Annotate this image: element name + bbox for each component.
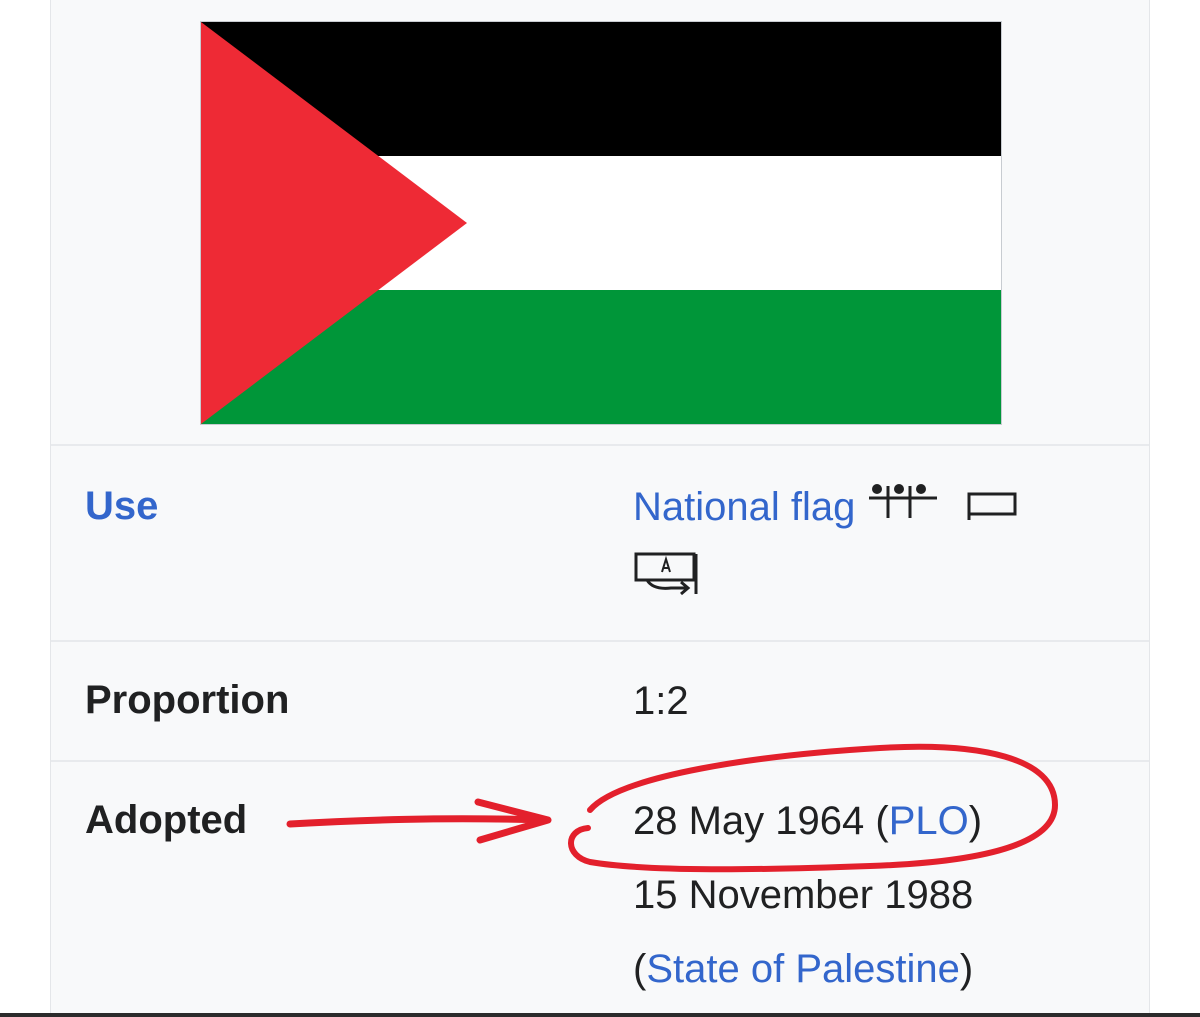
flag-image[interactable] [200, 21, 1002, 425]
palestinian-flag-icon [201, 22, 1001, 424]
proportion-value: 1:2 [633, 679, 689, 723]
proportion-label: Proportion [85, 678, 290, 722]
reverse-side-icon[interactable] [633, 548, 703, 624]
national-flag-link[interactable]: National flag [633, 485, 855, 529]
flag-image-cell [51, 0, 1149, 446]
bottom-border [0, 1013, 1200, 1017]
adopted-label: Adopted [85, 798, 248, 842]
infobox-row-use: Use National flag [51, 446, 1149, 642]
adopted-date-1988: 15 November 1988 [633, 873, 974, 917]
infobox-row-proportion: Proportion 1:2 [51, 642, 1149, 762]
plo-link[interactable]: PLO [889, 799, 969, 843]
state-of-palestine-link[interactable]: State of Palestine [646, 947, 960, 991]
adopted-date-1964: 28 May 1964 [633, 799, 865, 843]
use-value: National flag [633, 470, 1018, 624]
flag-rectangle-icon[interactable] [966, 472, 1018, 546]
flag-symbol-icon[interactable] [867, 472, 941, 546]
use-label[interactable]: Use [85, 484, 158, 529]
flag-infobox: Use National flag Proportion 1:2 Adopted… [50, 0, 1150, 1013]
adopted-value: 28 May 1964 (PLO) 15 November 1988 (Stat… [633, 799, 983, 991]
infobox-row-adopted: Adopted 28 May 1964 (PLO) 15 November 19… [51, 762, 1149, 1013]
